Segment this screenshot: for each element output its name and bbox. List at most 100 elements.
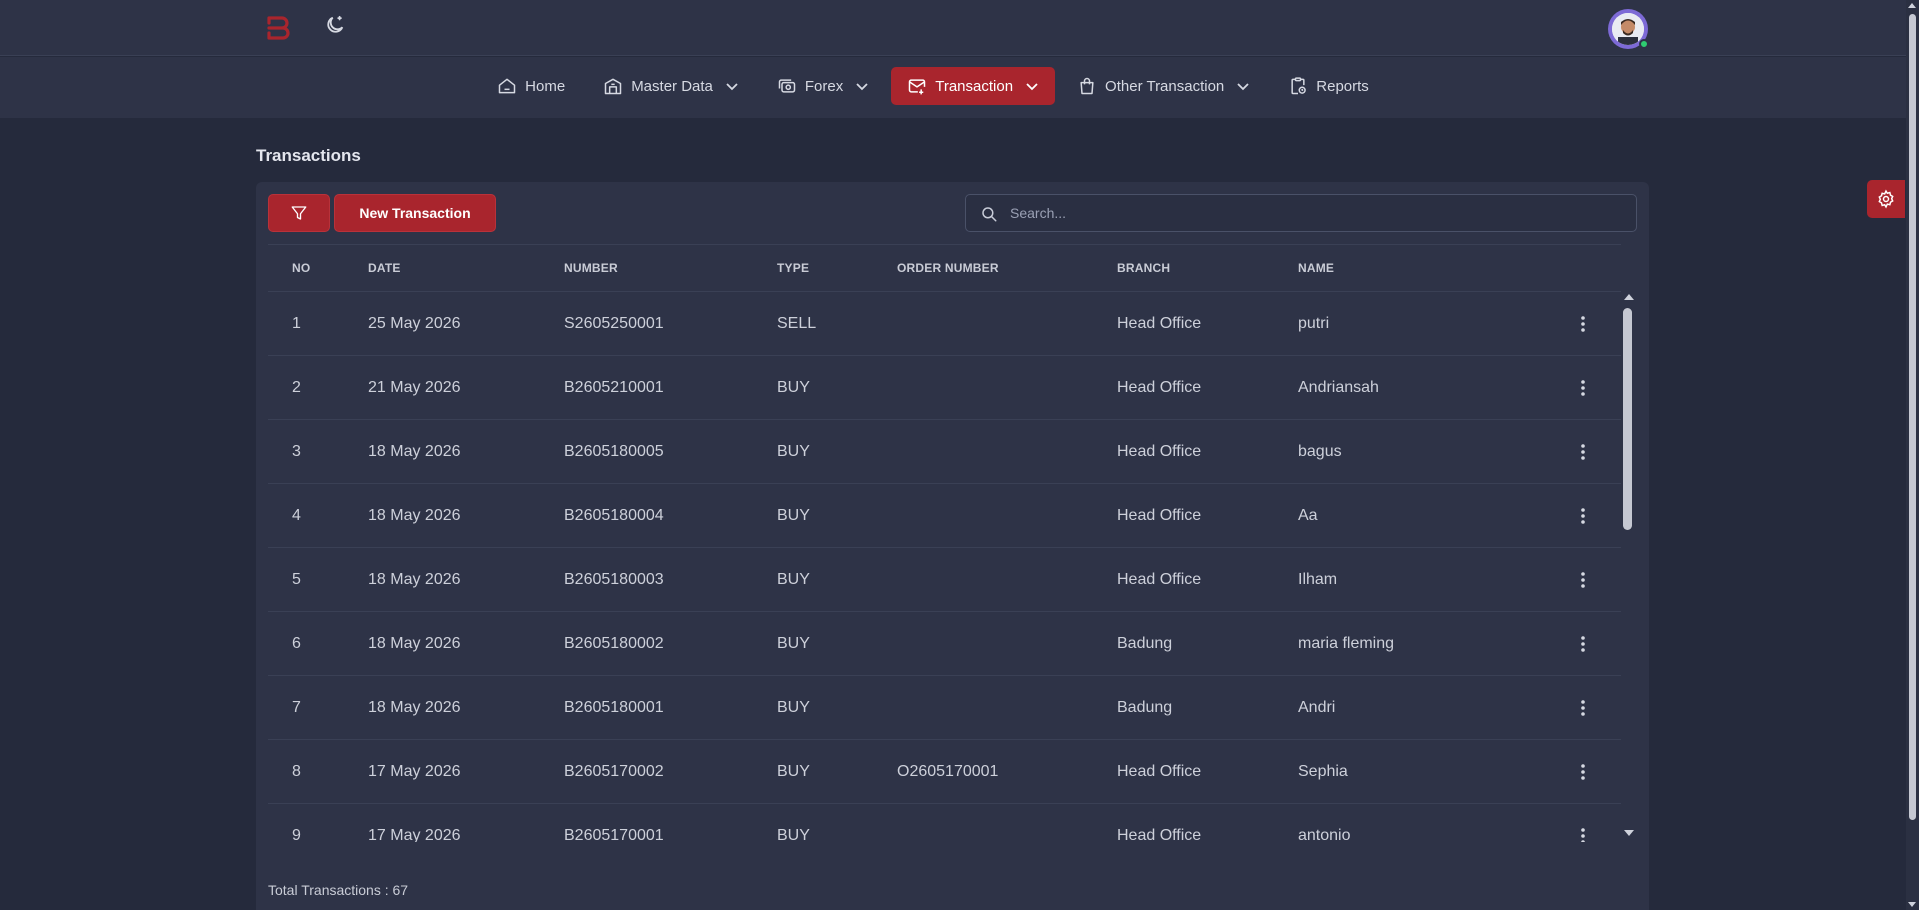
cell-type: BUY xyxy=(777,570,810,588)
cell-number: B2605180004 xyxy=(564,506,664,524)
home-icon xyxy=(498,78,516,94)
cell-name: Andriansah xyxy=(1298,378,1379,396)
cell-name: maria fleming xyxy=(1298,634,1395,652)
cell-no: 2 xyxy=(292,378,301,396)
table-row[interactable]: 4 18 May 2026 B2605180004 BUY Head Office Aa xyxy=(268,484,1621,548)
cell-order: O2605170001 xyxy=(897,762,999,780)
dark-mode-toggle-icon[interactable] xyxy=(324,14,352,42)
cell-type: BUY xyxy=(777,826,810,843)
cell-no: 7 xyxy=(292,698,301,716)
nav-master-data[interactable]: Master Data xyxy=(587,67,755,105)
cell-branch: Head Office xyxy=(1117,826,1202,843)
cell-date: 18 May 2026 xyxy=(368,698,461,716)
search-box[interactable] xyxy=(965,194,1637,232)
page-title: Transactions xyxy=(256,146,361,165)
more-vertical-icon xyxy=(1581,763,1585,780)
column-header-date[interactable]: DATE xyxy=(368,261,564,275)
column-header-number[interactable]: NUMBER xyxy=(564,261,777,275)
scroll-down-arrow-icon[interactable] xyxy=(1624,830,1634,836)
cell-date: 17 May 2026 xyxy=(368,762,461,780)
brand-logo[interactable] xyxy=(264,14,292,42)
row-actions-button[interactable] xyxy=(1553,442,1613,462)
main-nav-bar: Home Master Data Forex Transaction Other… xyxy=(0,57,1906,118)
cell-number: B2605170002 xyxy=(564,762,664,780)
row-actions-button[interactable] xyxy=(1553,826,1613,842)
row-actions-button[interactable] xyxy=(1553,378,1613,398)
table-row[interactable]: 7 18 May 2026 B2605180001 BUY Badung Andri xyxy=(268,676,1621,740)
column-header-branch[interactable]: BRANCH xyxy=(1117,261,1298,275)
row-actions-button[interactable] xyxy=(1553,698,1613,718)
filter-button[interactable] xyxy=(268,194,330,232)
table-body: 1 25 May 2026 S2605250001 SELL Head Office pu… xyxy=(268,292,1621,842)
settings-tab[interactable] xyxy=(1867,180,1905,218)
cell-no: 9 xyxy=(292,826,301,843)
search-icon xyxy=(982,207,997,222)
nav-forex[interactable]: Forex xyxy=(761,67,885,105)
row-actions-button[interactable] xyxy=(1553,762,1613,782)
new-transaction-button[interactable]: New Transaction xyxy=(334,194,496,232)
nav-forex-label: Forex xyxy=(804,77,844,95)
table-scrollbar[interactable] xyxy=(1621,292,1635,838)
more-vertical-icon xyxy=(1581,699,1585,716)
row-actions-button[interactable] xyxy=(1553,314,1613,334)
nav-home[interactable]: Home xyxy=(481,67,581,105)
cell-branch: Head Office xyxy=(1117,506,1202,524)
table-row[interactable]: 1 25 May 2026 S2605250001 SELL Head Office pu… xyxy=(268,292,1621,356)
table-row[interactable]: 6 18 May 2026 B2605180002 BUY Badung maria fl… xyxy=(268,612,1621,676)
row-actions-button[interactable] xyxy=(1553,570,1613,590)
cell-number: B2605180005 xyxy=(564,442,664,460)
table-row[interactable]: 8 17 May 2026 B2605170002 BUY O2605170001 Hea… xyxy=(268,740,1621,804)
nav-transaction[interactable]: Transaction xyxy=(891,67,1056,105)
cell-date: 17 May 2026 xyxy=(368,826,461,843)
table-row[interactable]: 3 18 May 2026 B2605180005 BUY Head Office bag… xyxy=(268,420,1621,484)
cell-no: 8 xyxy=(292,762,301,780)
cell-name: putri xyxy=(1298,314,1330,332)
more-vertical-icon xyxy=(1581,507,1585,524)
table-header: NO DATE NUMBER TYPE ORDER NUMBER BRANCH … xyxy=(268,245,1621,292)
top-bar xyxy=(0,0,1906,56)
more-vertical-icon xyxy=(1581,443,1585,460)
cell-branch: Head Office xyxy=(1117,314,1202,332)
column-header-no[interactable]: NO xyxy=(268,261,368,275)
cell-type: SELL xyxy=(777,314,817,332)
column-header-type[interactable]: TYPE xyxy=(777,261,897,275)
page-scrollbar-thumb[interactable] xyxy=(1909,14,1916,820)
column-header-name[interactable]: NAME xyxy=(1298,261,1553,275)
table-row[interactable]: 5 18 May 2026 B2605180003 BUY Head Office Ilh… xyxy=(268,548,1621,612)
cell-branch: Head Office xyxy=(1117,442,1202,460)
cell-type: BUY xyxy=(777,698,810,716)
user-avatar[interactable] xyxy=(1608,9,1649,49)
cell-date: 25 May 2026 xyxy=(368,314,461,332)
row-actions-button[interactable] xyxy=(1553,506,1613,526)
nav-other-transaction[interactable]: Other Transaction xyxy=(1061,67,1266,105)
more-vertical-icon xyxy=(1581,827,1585,842)
more-vertical-icon xyxy=(1581,635,1585,652)
scroll-up-arrow-icon[interactable] xyxy=(1624,294,1634,300)
scrollbar-thumb[interactable] xyxy=(1623,308,1632,530)
building-icon xyxy=(604,78,622,95)
nav-other-transaction-label: Other Transaction xyxy=(1105,77,1225,95)
row-actions-button[interactable] xyxy=(1553,634,1613,654)
currency-exchange-icon xyxy=(778,79,796,93)
more-vertical-icon xyxy=(1581,315,1585,332)
cell-number: S2605250001 xyxy=(564,314,664,332)
cell-name: bagus xyxy=(1298,442,1342,460)
filter-icon xyxy=(291,206,307,220)
gear-icon xyxy=(1878,189,1894,209)
total-transactions: Total Transactions : 67 xyxy=(268,882,409,898)
shopping-bag-icon xyxy=(1080,77,1094,95)
search-input[interactable] xyxy=(1010,195,1620,231)
cell-type: BUY xyxy=(777,634,810,652)
cell-no: 4 xyxy=(292,506,301,524)
chevron-down-icon xyxy=(1237,83,1249,91)
nav-reports[interactable]: Reports xyxy=(1272,67,1385,105)
table-row[interactable]: 9 17 May 2026 B2605170001 BUY Head Office ant… xyxy=(268,804,1621,842)
page-scrollbar[interactable] xyxy=(1906,0,1919,910)
cell-name: Sephia xyxy=(1298,762,1348,780)
online-status-dot xyxy=(1639,39,1649,49)
table-row[interactable]: 2 21 May 2026 B2605210001 BUY Head Office And… xyxy=(268,356,1621,420)
page-scroll-down-icon[interactable] xyxy=(1908,902,1916,907)
page-scroll-up-icon[interactable] xyxy=(1908,3,1916,8)
cell-date: 18 May 2026 xyxy=(368,506,461,524)
column-header-order-number[interactable]: ORDER NUMBER xyxy=(897,261,1117,275)
